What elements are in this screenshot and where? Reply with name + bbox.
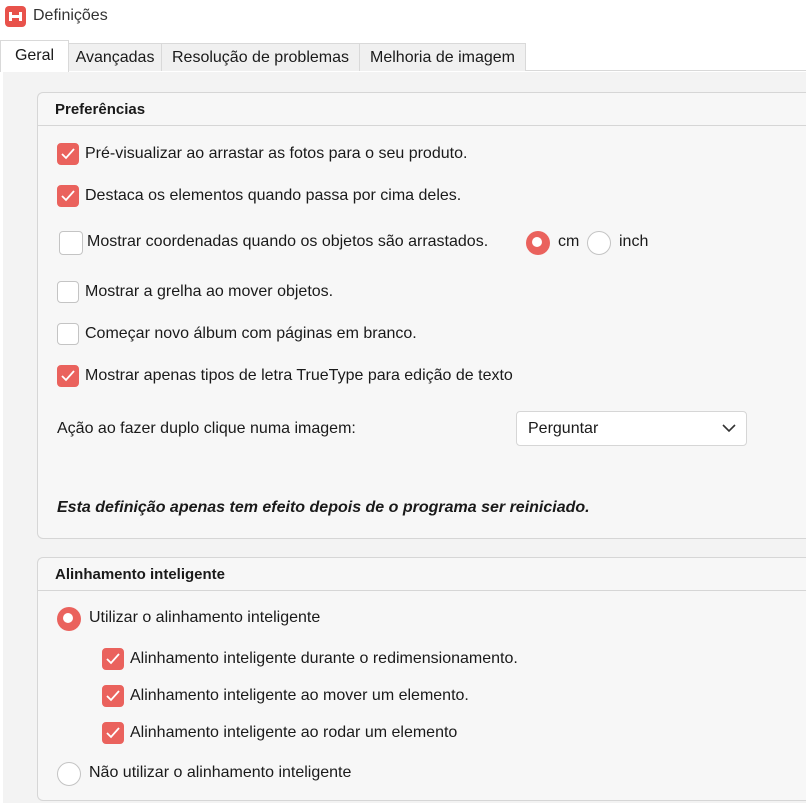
- unit-inch-radio[interactable]: [587, 231, 611, 255]
- blank-pages-checkbox[interactable]: [57, 323, 79, 345]
- blank-pages-label: Começar novo álbum com páginas em branco…: [85, 325, 417, 342]
- smart-alignment-title: Alinhamento inteligente: [55, 566, 226, 583]
- smart-alignment-header: Alinhamento inteligente: [38, 558, 806, 591]
- double-click-value: Perguntar: [528, 420, 599, 437]
- show-grid-checkbox[interactable]: [57, 281, 79, 303]
- align-move-label: Alinhamento inteligente ao mover um elem…: [130, 687, 469, 704]
- tab-avancadas[interactable]: Avançadas: [68, 43, 162, 71]
- double-click-label: Ação ao fazer duplo clique numa imagem:: [57, 420, 356, 437]
- show-grid-label: Mostrar a grelha ao mover objetos.: [85, 283, 334, 300]
- preferences-title: Preferências: [55, 101, 146, 118]
- show-coordinates-label: Mostrar coordenadas quando os objetos sã…: [87, 233, 489, 250]
- highlight-hover-checkbox[interactable]: [57, 185, 79, 207]
- title-bar: Definições: [0, 0, 806, 34]
- unit-cm-label: cm: [558, 233, 580, 250]
- unit-cm-radio[interactable]: [526, 231, 550, 255]
- preview-drag-checkbox[interactable]: [57, 143, 79, 165]
- tab-melhoria-imagem[interactable]: Melhoria de imagem: [359, 43, 526, 71]
- unit-inch-label: inch: [619, 233, 649, 250]
- show-coordinates-checkbox[interactable]: [59, 231, 83, 255]
- use-smart-alignment-radio[interactable]: [57, 607, 81, 631]
- highlight-hover-label: Destaca os elementos quando passa por ci…: [85, 187, 462, 204]
- truetype-only-checkbox[interactable]: [57, 365, 79, 387]
- restart-note: Esta definição apenas tem efeito depois …: [57, 499, 590, 516]
- truetype-only-label: Mostrar apenas tipos de letra TrueType p…: [85, 367, 513, 384]
- double-click-select[interactable]: Perguntar: [516, 411, 747, 446]
- align-rotate-checkbox[interactable]: [102, 722, 124, 744]
- align-resize-checkbox[interactable]: [102, 648, 124, 670]
- tab-resolucao-problemas[interactable]: Resolução de problemas: [161, 43, 360, 71]
- align-resize-label: Alinhamento inteligente durante o redime…: [130, 650, 518, 667]
- use-smart-alignment-label: Utilizar o alinhamento inteligente: [89, 609, 321, 626]
- dont-use-smart-alignment-label: Não utilizar o alinhamento inteligente: [89, 764, 352, 781]
- app-logo-icon: [5, 6, 26, 27]
- chevron-down-icon: [722, 424, 736, 433]
- dont-use-smart-alignment-radio[interactable]: [57, 762, 81, 786]
- align-move-checkbox[interactable]: [102, 685, 124, 707]
- preview-drag-label: Pré-visualizar ao arrastar as fotos para…: [85, 145, 468, 162]
- tab-geral[interactable]: Geral: [0, 40, 69, 72]
- window-title: Definições: [33, 7, 108, 24]
- align-rotate-label: Alinhamento inteligente ao rodar um elem…: [130, 724, 458, 741]
- preferences-header: Preferências: [38, 93, 806, 126]
